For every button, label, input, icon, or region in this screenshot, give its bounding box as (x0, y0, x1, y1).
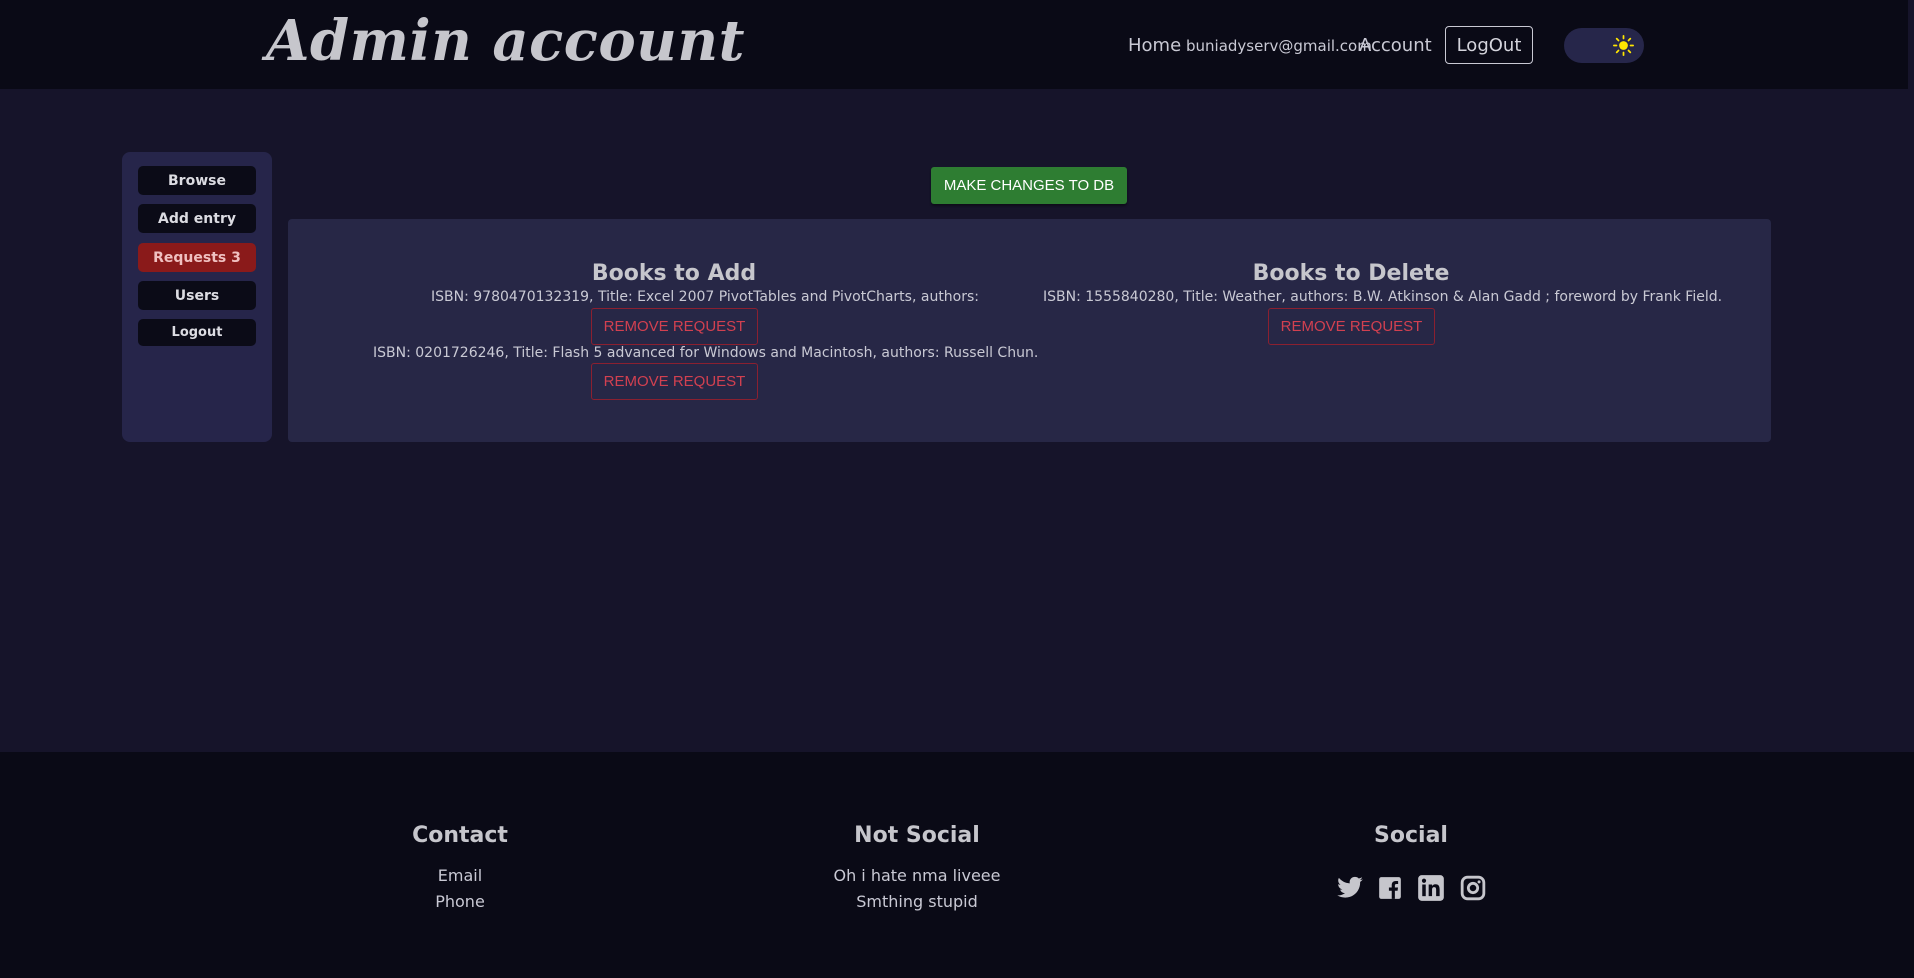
logout-button[interactable]: LogOut (1445, 26, 1533, 64)
requests-panel: Books to Add ISBN: 9780470132319, Title:… (288, 219, 1771, 442)
sidebar-item-requests[interactable]: Requests 3 (138, 243, 256, 272)
sidebar-item-add-entry[interactable]: Add entry (138, 204, 256, 233)
nav-home-link[interactable]: Home (1128, 35, 1181, 56)
linkedin-icon[interactable] (1417, 874, 1445, 902)
facebook-icon[interactable] (1377, 874, 1403, 902)
footer-not-social-link[interactable]: Smthing stupid (767, 892, 1067, 911)
add-request-entry: ISBN: 9780470132319, Title: Excel 2007 P… (431, 289, 980, 305)
remove-request-button[interactable]: REMOVE REQUEST (591, 308, 758, 345)
footer-social-title: Social (1374, 823, 1448, 848)
footer-phone-link[interactable]: Phone (310, 892, 610, 911)
top-navbar: Admin account Home buniadyserv@gmail.com… (0, 0, 1908, 89)
sidebar-item-logout[interactable]: Logout (138, 319, 256, 346)
admin-sidebar: Browse Add entry Requests 3 Users Logout (122, 152, 272, 442)
remove-request-button[interactable]: REMOVE REQUEST (1268, 308, 1435, 345)
footer-contact-title: Contact (412, 823, 508, 848)
footer-not-social-title: Not Social (854, 823, 980, 848)
nav-user-email[interactable]: buniadyserv@gmail.com (1186, 37, 1372, 55)
footer-email-link[interactable]: Email (310, 866, 610, 885)
books-to-delete-title: Books to Delete (1252, 261, 1450, 286)
sun-icon (1613, 35, 1634, 56)
instagram-icon[interactable] (1460, 874, 1486, 902)
footer: Contact Email Phone Not Social Oh i hate… (0, 752, 1914, 978)
make-changes-button[interactable]: MAKE CHANGES TO DB (931, 167, 1127, 204)
add-request-entry: ISBN: 0201726246, Title: Flash 5 advance… (373, 345, 1039, 361)
twitter-icon[interactable] (1336, 874, 1364, 902)
brand-title: Admin account (266, 8, 745, 74)
sidebar-item-browse[interactable]: Browse (138, 166, 256, 195)
sidebar-item-users[interactable]: Users (138, 281, 256, 310)
theme-toggle[interactable] (1564, 28, 1644, 63)
footer-not-social-link[interactable]: Oh i hate nma liveee (767, 866, 1067, 885)
remove-request-button[interactable]: REMOVE REQUEST (591, 363, 758, 400)
nav-account-link[interactable]: Account (1359, 35, 1432, 56)
delete-request-entry: ISBN: 1555840280, Title: Weather, author… (1043, 289, 1723, 305)
books-to-add-title: Books to Add (591, 261, 757, 286)
